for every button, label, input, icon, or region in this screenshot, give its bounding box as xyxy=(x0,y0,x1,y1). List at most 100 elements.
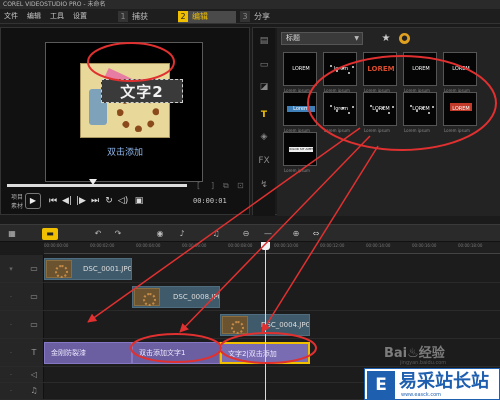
timecode[interactable]: 00:00:01 xyxy=(193,196,233,207)
title-thumbnail[interactable]: DOLOR SIT AMET Lorem ipsum xyxy=(283,132,317,173)
double-click-hint[interactable]: 双击添加 xyxy=(46,145,204,158)
tab-edit[interactable]: 2 编辑 xyxy=(178,11,236,23)
gallery-dropdown[interactable]: 标题 ▼ xyxy=(281,32,363,45)
hd-icon[interactable]: ▣ xyxy=(133,193,145,209)
title-track-header: · T xyxy=(0,339,44,366)
repeat-icon[interactable]: ↻ xyxy=(103,193,115,209)
record-icon[interactable]: ◉ xyxy=(152,228,168,240)
player-panel: 文字2 双击添加 [ ] ⧉ ⊡ 项目 素材 ▶ ⏮ ◀| |▶ ⏭ ↻ ◁) … xyxy=(0,27,250,215)
clip-label: DSC_0008.JPG xyxy=(173,293,220,301)
library-panel: ▤ ▭ ◪ T ◈ FX ↯ 标题 ▼ ★ ● LOREM Lorem ipsum… xyxy=(252,27,500,216)
title-overlay-text[interactable]: 文字2 xyxy=(101,79,183,103)
more-options-icon[interactable]: ● xyxy=(399,33,410,44)
overlay-track-icon[interactable]: ▭ xyxy=(28,292,40,302)
title-clip[interactable]: 双击添加文字1 xyxy=(132,342,220,364)
project-mode-label[interactable]: 项目 xyxy=(5,193,23,202)
tab-share[interactable]: 3 分享 xyxy=(240,11,295,23)
tab-share-label: 分享 xyxy=(254,12,270,21)
graphic-icon[interactable]: ◈ xyxy=(256,130,272,144)
end-icon[interactable]: ⏭ xyxy=(89,193,101,209)
instant-project-icon[interactable]: ▭ xyxy=(256,58,272,72)
title-icon[interactable]: T xyxy=(256,108,272,122)
title-thumbnail[interactable]: lorem Lorem ipsum xyxy=(323,92,357,133)
library-sidebar: ▤ ▭ ◪ T ◈ FX ↯ xyxy=(253,28,275,216)
title-thumbnail[interactable]: lorem Lorem ipsum xyxy=(323,52,357,93)
ruler-label: 00:00:06:00 xyxy=(182,243,207,248)
clip-mode-label[interactable]: 素材 xyxy=(5,202,23,211)
timeline-view-icon[interactable]: ▬ xyxy=(42,228,58,240)
playhead-knob[interactable] xyxy=(261,242,270,250)
title-track-icon[interactable]: T xyxy=(28,348,40,358)
title-thumbnail[interactable]: LOREM Lorem ipsum xyxy=(403,52,437,93)
clip-thumbnail xyxy=(46,260,72,278)
copy-icon[interactable]: ⧉ xyxy=(223,181,229,191)
home-icon[interactable]: ⏮ xyxy=(47,193,59,209)
voice-track-icon[interactable]: ◁ xyxy=(28,370,40,380)
track-manager-icon[interactable]: ▾ xyxy=(6,265,16,273)
menu-edit[interactable]: 编辑 xyxy=(27,9,41,24)
music-track-icon[interactable]: ♫ xyxy=(28,386,40,396)
menu-file[interactable]: 文件 xyxy=(4,9,18,24)
filter-icon[interactable]: FX xyxy=(256,154,272,168)
prev-frame-icon[interactable]: ◀| xyxy=(61,193,73,209)
video-clip[interactable]: DSC_0001.JPG xyxy=(44,258,132,280)
mark-in-icon[interactable]: [ xyxy=(197,181,200,190)
enlarge-icon[interactable]: ⊡ xyxy=(237,181,244,190)
video-track-icon[interactable]: ▭ xyxy=(28,264,40,274)
track-visibility-icon[interactable]: · xyxy=(6,387,16,395)
sound-mixer-icon[interactable]: ♪ xyxy=(174,228,190,240)
add-star-icon[interactable]: ★ xyxy=(379,32,393,45)
title-clip[interactable]: 金刚防裂漆 xyxy=(44,342,132,364)
media-icon[interactable]: ▤ xyxy=(256,34,272,48)
thumbnail-text: LOREM xyxy=(412,66,430,72)
play-button[interactable]: ▶ xyxy=(25,193,41,209)
thumbnail-text: LOREM xyxy=(372,106,390,112)
redo-icon[interactable]: ↷ xyxy=(110,228,126,240)
mark-out-icon[interactable]: ] xyxy=(211,181,214,190)
track-visibility-icon[interactable]: · xyxy=(6,371,16,379)
window-title: COREL VIDEOSTUDIO PRO - 未命名 xyxy=(0,0,500,9)
track-visibility-icon[interactable]: · xyxy=(6,321,16,329)
title-thumbnail[interactable]: LOREM Lorem ipsum xyxy=(443,92,477,133)
zoom-in-icon[interactable]: ⊕ xyxy=(288,228,304,240)
music-track-header: · ♫ xyxy=(0,383,44,399)
transition-icon[interactable]: ◪ xyxy=(256,80,272,94)
path-icon[interactable]: ↯ xyxy=(256,178,272,192)
thumbnail-text: LOREM xyxy=(292,66,310,72)
storyboard-view-icon[interactable]: ▦ xyxy=(4,228,20,240)
title-thumbnail[interactable]: LOREM Lorem ipsum xyxy=(283,52,317,93)
timeline-toolbar: ▦ ▬ ↶ ↷ ◉ ♪ ♫ ⊖ — ⊕ ⇔ xyxy=(0,224,500,242)
fit-project-icon[interactable]: ⇔ xyxy=(308,228,324,240)
menu-tools[interactable]: 工具 xyxy=(50,9,64,24)
overlay-track-1: · ▭ DSC_0008.JPG xyxy=(0,283,500,311)
overlay-clip[interactable]: DSC_0008.JPG xyxy=(132,286,220,308)
title-thumbnail[interactable]: LOREM Lorem ipsum xyxy=(403,92,437,133)
tab-capture[interactable]: 1 捕获 xyxy=(118,11,173,23)
scrubber-bar[interactable] xyxy=(7,184,187,187)
title-thumbnail[interactable]: Lorem Lorem ipsum xyxy=(283,92,317,133)
preview-window[interactable]: 文字2 双击添加 xyxy=(45,42,203,182)
menu-settings[interactable]: 设置 xyxy=(73,9,87,24)
zoom-slider-icon[interactable]: — xyxy=(260,228,276,240)
auto-music-icon[interactable]: ♫ xyxy=(208,228,224,240)
scrubber-knob[interactable] xyxy=(89,179,97,185)
ruler-label: 00:00:12:00 xyxy=(320,243,345,248)
gallery-dropdown-value: 标题 xyxy=(286,34,300,42)
playhead-line[interactable] xyxy=(265,243,266,400)
title-thumbnail[interactable]: LOREM Lorem ipsum xyxy=(443,52,477,93)
volume-icon[interactable]: ◁) xyxy=(117,193,129,209)
track-visibility-icon[interactable]: · xyxy=(6,293,16,301)
next-frame-icon[interactable]: |▶ xyxy=(75,193,87,209)
play-mode-labels[interactable]: 项目 素材 xyxy=(5,193,23,211)
thumbnail-caption: Lorem ipsum xyxy=(324,128,350,133)
title-thumbnail[interactable]: LOREM Lorem ipsum xyxy=(363,92,397,133)
zoom-out-icon[interactable]: ⊖ xyxy=(238,228,254,240)
undo-icon[interactable]: ↶ xyxy=(90,228,106,240)
menu-bar: 文件 编辑 工具 设置 1 捕获 2 编辑 3 分享 xyxy=(0,9,500,24)
timeline-ruler[interactable]: 00:00:00:00 00:00:02:00 00:00:04:00 00:0… xyxy=(44,242,500,254)
tab-share-number: 3 xyxy=(240,11,250,22)
title-thumbnail[interactable]: LOREM Lorem ipsum xyxy=(363,52,397,93)
track-visibility-icon[interactable]: · xyxy=(6,349,16,357)
overlay-track-icon[interactable]: ▭ xyxy=(28,320,40,330)
ruler-label: 00:00:04:00 xyxy=(136,243,161,248)
